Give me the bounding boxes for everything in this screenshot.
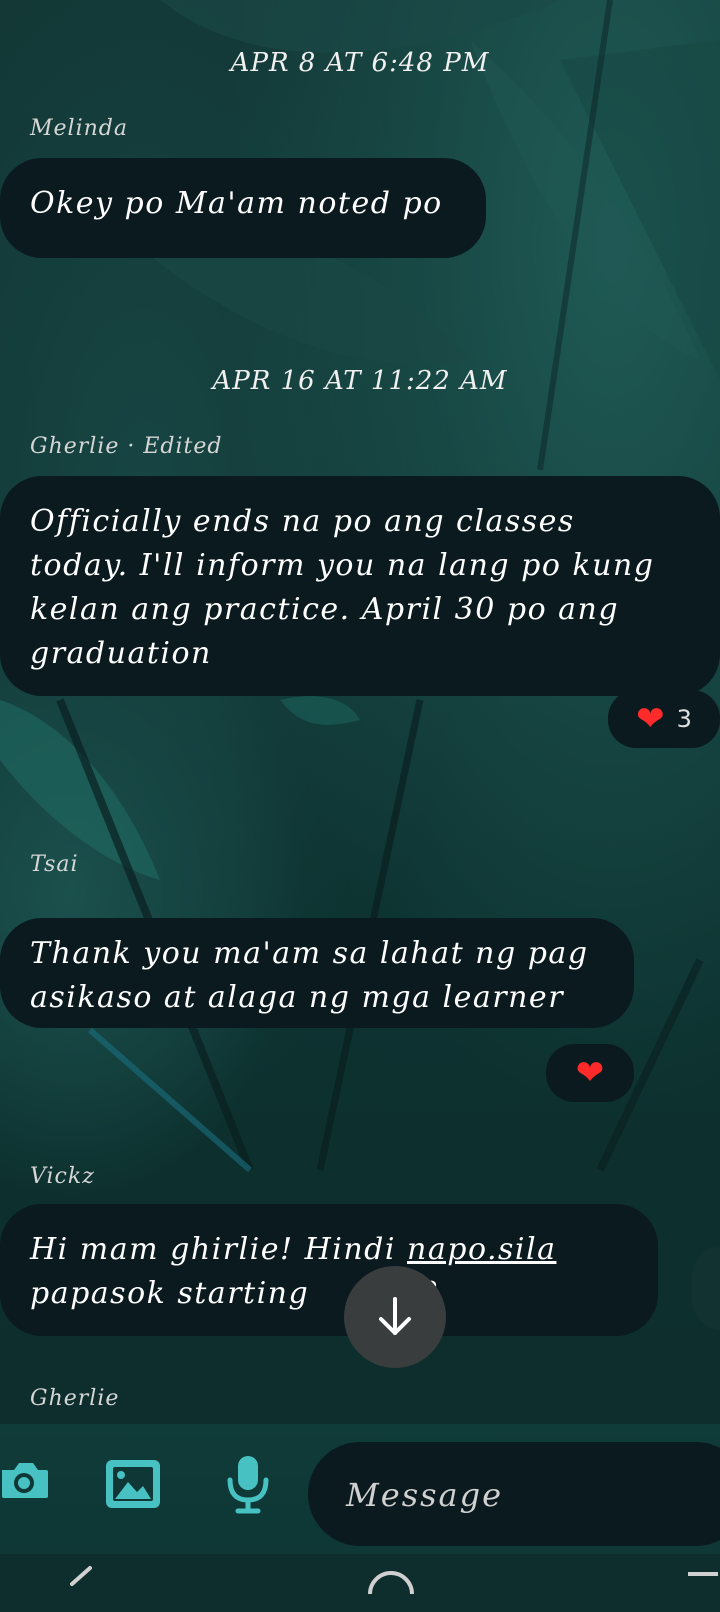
system-navigation-bar bbox=[0, 1554, 720, 1612]
reaction-pill[interactable]: ❤ 3 bbox=[608, 690, 720, 748]
message-line: asikaso at alaga ng mga learner bbox=[30, 980, 565, 1015]
message-text: Okey po Ma'am noted po bbox=[30, 186, 443, 221]
message-line: kelan ang practice. April 30 po ang bbox=[30, 592, 620, 627]
sender-name-text: Gherlie bbox=[30, 434, 120, 459]
scroll-to-bottom-button[interactable] bbox=[344, 1266, 446, 1368]
message-bubble[interactable]: Officially ends na po ang classes today.… bbox=[0, 476, 720, 696]
reaction-pill[interactable]: ❤ bbox=[546, 1044, 634, 1102]
message-bubble[interactable]: Hi mam ghirlie! Hindi napo.sila papasok … bbox=[0, 1204, 658, 1336]
side-action-button[interactable] bbox=[692, 1246, 720, 1330]
message-text: Hi mam ghirlie! Hindi bbox=[30, 1232, 408, 1267]
date-separator: APR 8 AT 6:48 PM bbox=[230, 48, 490, 78]
edited-label: · Edited bbox=[127, 434, 223, 459]
message-bubble[interactable]: Okey po Ma'am noted po bbox=[0, 158, 486, 258]
camera-icon[interactable] bbox=[0, 1460, 50, 1500]
message-line: today. I'll inform you na lang po kung bbox=[30, 548, 655, 583]
recents-icon[interactable] bbox=[682, 1570, 720, 1594]
sender-name: Melinda bbox=[30, 116, 128, 141]
date-separator: APR 16 AT 11:22 AM bbox=[212, 366, 508, 396]
microphone-icon[interactable] bbox=[226, 1454, 270, 1514]
message-line: Officially ends na po ang classes bbox=[30, 504, 575, 539]
heart-icon: ❤ bbox=[575, 1053, 605, 1093]
chat-screen: APR 8 AT 6:48 PM Melinda Okey po Ma'am n… bbox=[0, 0, 720, 1612]
sender-name: Gherlie · Edited bbox=[30, 434, 222, 459]
sender-name: Tsai bbox=[30, 852, 79, 877]
message-line: Hi mam ghirlie! Hindi napo.sila bbox=[30, 1228, 630, 1272]
message-bubble[interactable]: Thank you ma'am sa lahat ng pag asikaso … bbox=[0, 918, 634, 1028]
message-line: papasok starting ? bbox=[30, 1272, 630, 1316]
back-icon[interactable] bbox=[60, 1564, 100, 1594]
sender-name: Gherlie bbox=[30, 1386, 120, 1406]
sender-name: Vickz bbox=[30, 1164, 95, 1189]
home-icon[interactable] bbox=[366, 1566, 416, 1596]
reaction-count: 3 bbox=[676, 705, 692, 733]
message-text: papasok starting bbox=[30, 1276, 321, 1311]
message-line: Thank you ma'am sa lahat ng pag bbox=[30, 936, 589, 971]
message-input-placeholder: Message bbox=[346, 1476, 504, 1514]
heart-icon: ❤ bbox=[636, 699, 665, 739]
message-line: graduation bbox=[30, 636, 212, 671]
arrow-down-icon bbox=[379, 1297, 411, 1335]
gallery-icon[interactable] bbox=[104, 1458, 162, 1510]
message-link[interactable]: napo.sila bbox=[407, 1232, 556, 1267]
